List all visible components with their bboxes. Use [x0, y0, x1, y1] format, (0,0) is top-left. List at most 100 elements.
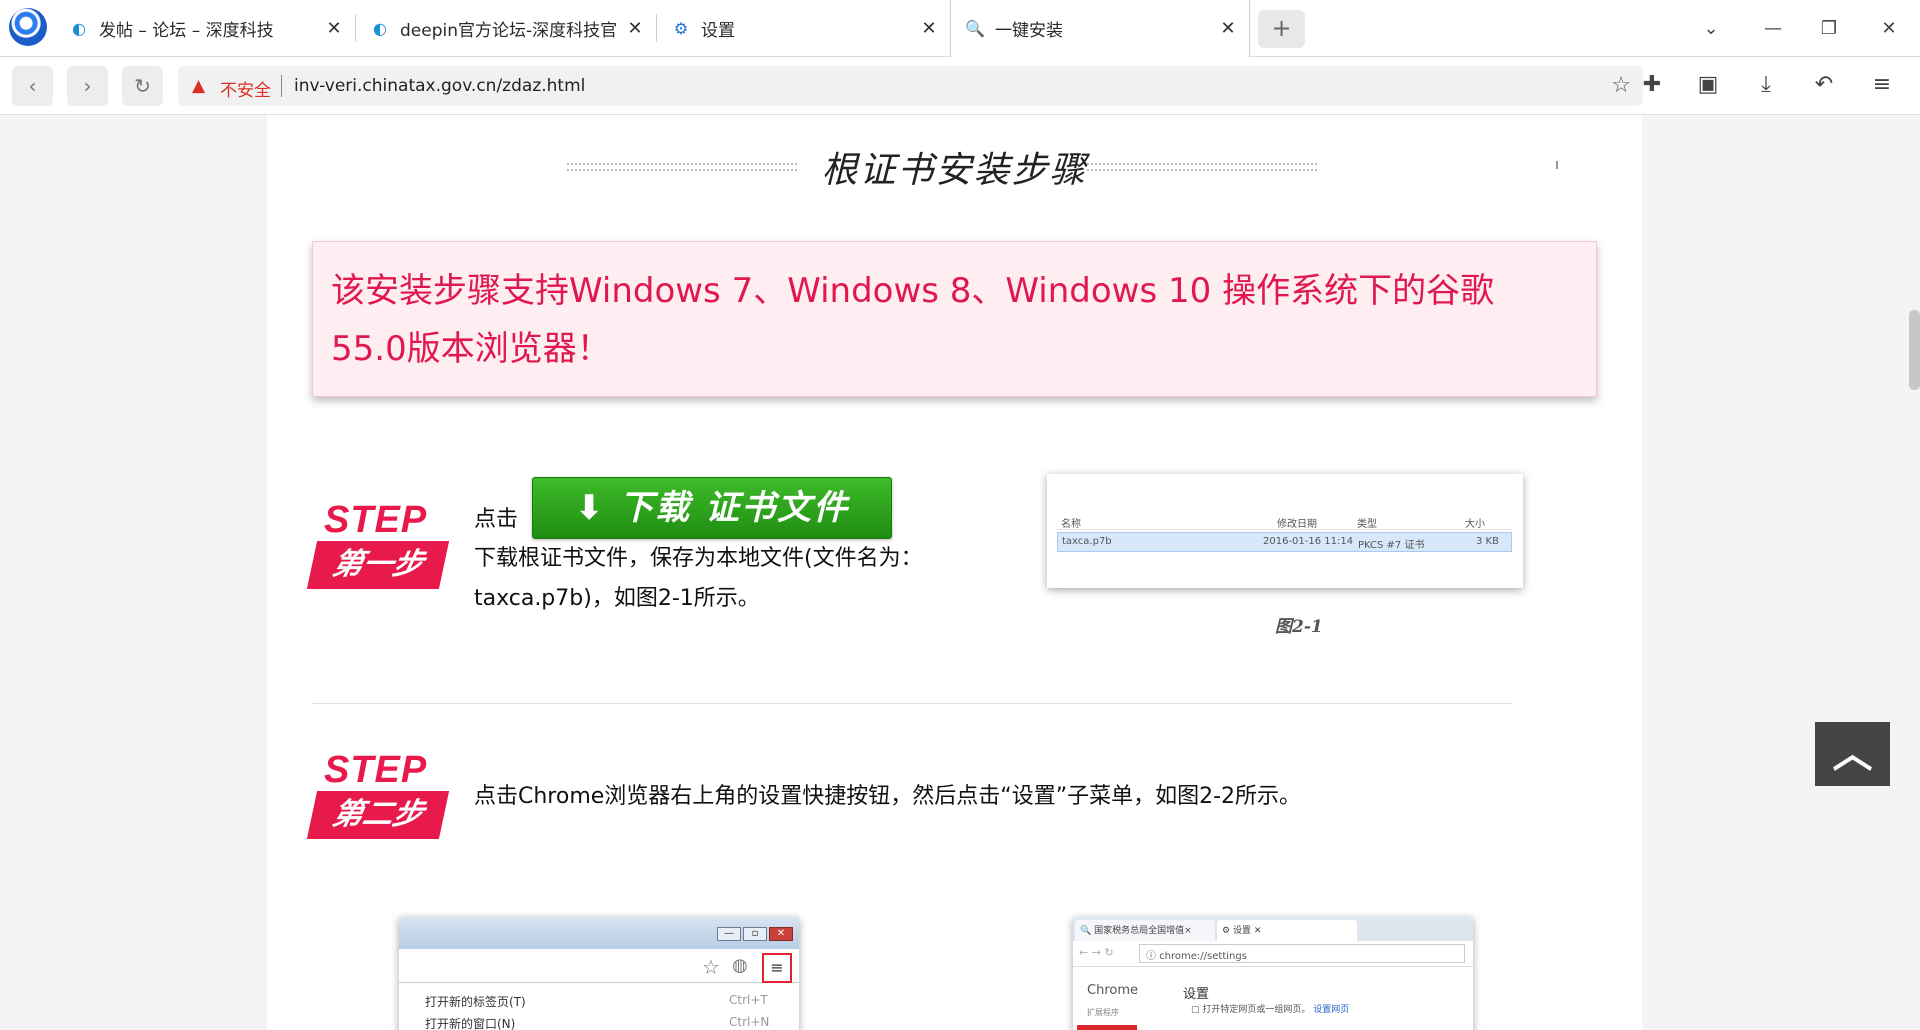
info-icon: ⓘ	[1146, 951, 1160, 962]
page-content: 根证书安装步骤 该安装步骤支持Windows 7、Windows 8、Windo…	[267, 115, 1642, 1030]
figure-titlebar: — ▫ ✕	[399, 917, 799, 949]
tab-settings[interactable]: ⚙ 设置 ✕	[657, 0, 950, 57]
download-certificate-button[interactable]: ⬇ 下载 证书文件	[532, 477, 892, 539]
restore-icon[interactable]: ❐	[1801, 0, 1857, 57]
compatibility-notice: 该安装步骤支持Windows 7、Windows 8、Windows 10 操作…	[312, 241, 1597, 397]
archive-icon[interactable]: ▣	[1688, 70, 1728, 100]
figure-shortcut: Ctrl+N	[729, 1015, 770, 1029]
tab-list-chevron-icon[interactable]: ⌄	[1683, 0, 1739, 57]
figure-url-text: chrome://settings	[1159, 951, 1247, 962]
star-icon: ☆	[702, 955, 720, 979]
tab-deepin-forum[interactable]: ◐ deepin官方论坛-深度科技官 ✕	[356, 0, 656, 57]
close-icon[interactable]: ✕	[323, 18, 345, 39]
figure-extensions-label: 扩展程序	[1087, 1008, 1119, 1017]
tab-title: 一键安装	[995, 21, 1063, 41]
click-label: 点击	[474, 507, 519, 532]
download-icon[interactable]: ⤓	[1746, 70, 1786, 100]
step2-label-cn: 第二步	[306, 791, 450, 839]
step1-description: 下载根证书文件，保存为本地文件(文件名为：taxca.p7b)，如图2-1所示。	[474, 546, 923, 611]
figure-nav-icons: ← → ↻	[1079, 946, 1114, 959]
bookmark-star-icon[interactable]: ☆	[1611, 73, 1631, 98]
page-title: 根证书安装步骤	[821, 150, 1088, 191]
gear-icon: ⚙	[673, 19, 689, 38]
address-bar[interactable]: ▲ 不安全 inv-veri.chinatax.gov.cn/zdaz.html…	[178, 66, 1643, 106]
tab-title: deepin官方论坛-深度科技官	[400, 21, 618, 41]
step2-description: 点击Chrome浏览器右上角的设置快捷按钮，然后点击“设置”子菜单，如图2-2所…	[474, 784, 1302, 809]
figure-option-text: 打开特定网页或一组网页。	[1202, 1005, 1311, 1015]
figure-tabs: 🔍 国家税务总局全国增值× ⚙ 设置 ✕	[1073, 917, 1473, 941]
warning-icon[interactable]: ▲	[192, 76, 205, 96]
chevron-up-icon: ︿	[1832, 731, 1873, 777]
tab-strip: ◐ 发帖 – 论坛 – 深度科技 ✕ ◐ deepin官方论坛-深度科技官 ✕ …	[0, 0, 1920, 57]
figure-menu-item: 打开新的窗口(N)	[425, 1017, 516, 1030]
reload-button[interactable]: ↻	[122, 66, 163, 106]
figure-nav-name: Chrome	[1087, 983, 1138, 998]
deepin-icon: ◐	[373, 19, 387, 38]
file-date: 2016-01-16 11:14	[1263, 536, 1354, 547]
close-icon[interactable]: ✕	[624, 18, 646, 39]
page-viewport: 根证书安装步骤 该安装步骤支持Windows 7、Windows 8、Windo…	[0, 115, 1920, 1030]
title-ornament-right	[1087, 163, 1317, 171]
column-header: 类型	[1357, 519, 1377, 530]
figure-chrome-menu: — ▫ ✕ ☆ ◍ ≡ 打开新的标签页(T) Ctrl+T 打开新的窗口(N) Ct…	[399, 917, 799, 1030]
url-text[interactable]: inv-veri.chinatax.gov.cn/zdaz.html	[294, 76, 585, 96]
figure-tab: 🔍 国家税务总局全国增值×	[1075, 920, 1215, 941]
figure-shortcut: Ctrl+T	[729, 993, 768, 1007]
globe-icon: ◍	[732, 955, 748, 976]
figure-url: ⓘ chrome://settings	[1139, 944, 1465, 963]
close-icon[interactable]: ✕	[918, 18, 940, 39]
figure-address-bar: ← → ↻ ⓘ chrome://settings	[1073, 941, 1473, 967]
file-list-header: 名称 修改日期 类型 大小	[1057, 514, 1512, 530]
close-icon[interactable]: ✕	[1217, 18, 1239, 39]
browser-logo-icon[interactable]	[9, 8, 47, 46]
page-scrollbar[interactable]	[1909, 310, 1920, 390]
step1-label-cn: 第一步	[306, 541, 450, 589]
figure-caption: 图2-1	[1275, 617, 1323, 637]
step2-badge: STEP 2 第二步	[306, 749, 452, 839]
minimize-icon[interactable]: —	[1745, 0, 1801, 57]
back-to-top-button[interactable]: ︿	[1815, 722, 1890, 786]
section-divider	[312, 703, 1512, 704]
column-header: 名称	[1061, 519, 1081, 530]
figure-option: ▢ 打开特定网页或一组网页。 设置网页	[1191, 1002, 1349, 1015]
figure-tab-title: 设置	[1232, 926, 1251, 936]
window-close-icon[interactable]: ✕	[1861, 0, 1917, 57]
figure-tab: ⚙ 设置 ✕	[1217, 920, 1357, 941]
address-divider	[281, 75, 282, 97]
search-icon: 🔍	[965, 19, 985, 38]
tab-title: 发帖 – 论坛 – 深度科技	[99, 21, 274, 41]
search-icon: 🔍	[1080, 926, 1092, 936]
tab-forum-post[interactable]: ◐ 发帖 – 论坛 – 深度科技 ✕	[55, 0, 355, 57]
gear-icon: ⚙	[1222, 926, 1231, 936]
new-tab-button[interactable]: +	[1258, 10, 1305, 48]
column-header: 修改日期	[1277, 519, 1317, 530]
download-button-label: 下载 证书文件	[619, 488, 850, 528]
menu-icon[interactable]: ≡	[1862, 70, 1902, 100]
extensions-icon[interactable]: ✚	[1632, 70, 1672, 100]
figure-2-1: 名称 修改日期 类型 大小 taxca.p7b 2016-01-16 11:14…	[1047, 474, 1523, 588]
deepin-icon: ◐	[72, 19, 86, 38]
tab-title: 设置	[701, 21, 735, 41]
download-arrow-icon: ⬇	[574, 488, 620, 528]
checkbox-icon: ▢	[1191, 1005, 1203, 1015]
figure-menu-item: 打开新的标签页(T)	[425, 995, 526, 1009]
figure-tab-title: 国家税务总局全国增值×	[1094, 926, 1192, 936]
file-size: 3 KB	[1476, 536, 1499, 547]
figure-option-link: 设置网页	[1313, 1005, 1350, 1015]
file-row: taxca.p7b 2016-01-16 11:14 PKCS #7 证书 3 …	[1057, 532, 1512, 552]
file-type: PKCS #7 证书	[1358, 540, 1425, 551]
figure-chrome-settings: 🔍 国家税务总局全国增值× ⚙ 设置 ✕ ← → ↻ ⓘ chrome://se…	[1073, 917, 1473, 1030]
undo-icon[interactable]: ↶	[1804, 70, 1844, 100]
column-header: 大小	[1465, 519, 1485, 530]
back-button[interactable]: ‹	[12, 66, 53, 106]
file-name: taxca.p7b	[1062, 536, 1112, 547]
title-ornament-mark	[1556, 161, 1558, 169]
figure-window-buttons: — ▫ ✕	[715, 927, 793, 941]
tab-one-click-install[interactable]: 🔍 一键安装 ✕	[950, 0, 1250, 57]
chrome-menu-icon: ≡	[762, 953, 792, 983]
forward-button[interactable]: ›	[67, 66, 108, 106]
figure-settings-title: 设置	[1183, 987, 1210, 1002]
figure-highlight-bar	[1077, 1025, 1137, 1030]
step1-badge: STEP 1 第一步	[306, 499, 452, 589]
security-status[interactable]: 不安全	[220, 76, 271, 101]
